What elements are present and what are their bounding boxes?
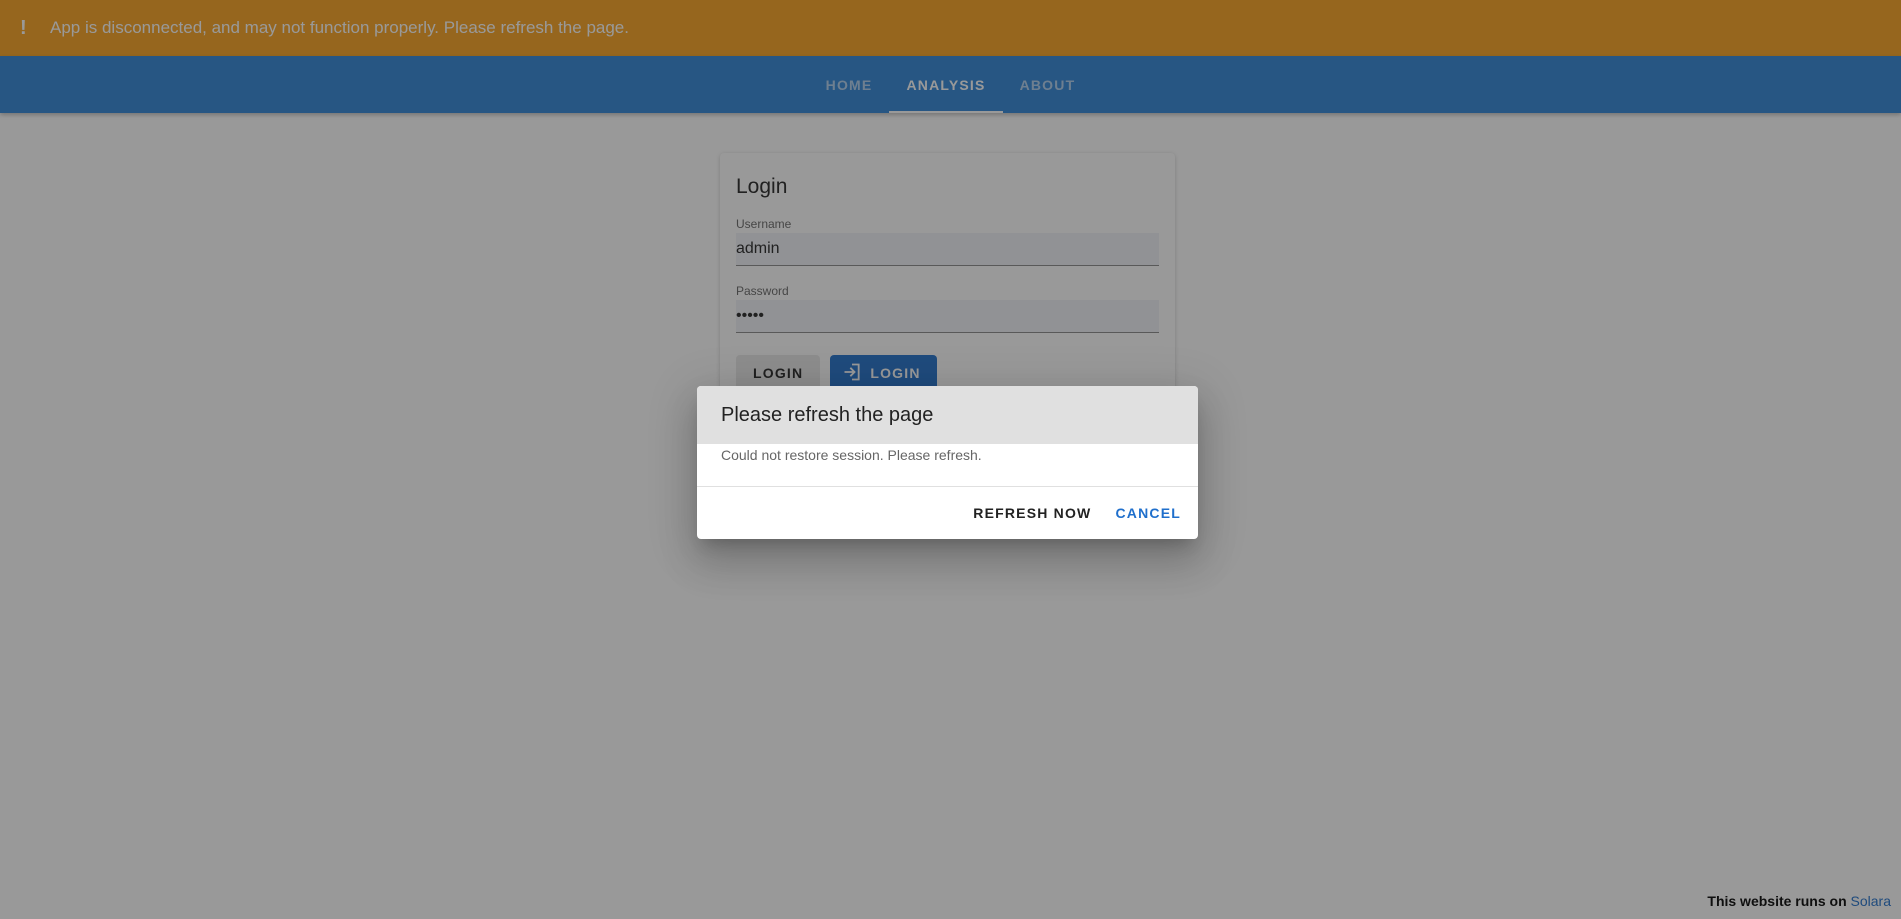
dialog-title: Please refresh the page bbox=[697, 386, 1198, 444]
refresh-now-button[interactable]: REFRESH NOW bbox=[964, 495, 1100, 531]
app-page: ! App is disconnected, and may not funct… bbox=[0, 0, 1901, 919]
dialog-actions: REFRESH NOW CANCEL bbox=[697, 487, 1198, 539]
refresh-dialog: Please refresh the page Could not restor… bbox=[697, 386, 1198, 539]
dialog-message: Could not restore session. Please refres… bbox=[697, 444, 1198, 487]
cancel-button[interactable]: CANCEL bbox=[1106, 495, 1190, 531]
